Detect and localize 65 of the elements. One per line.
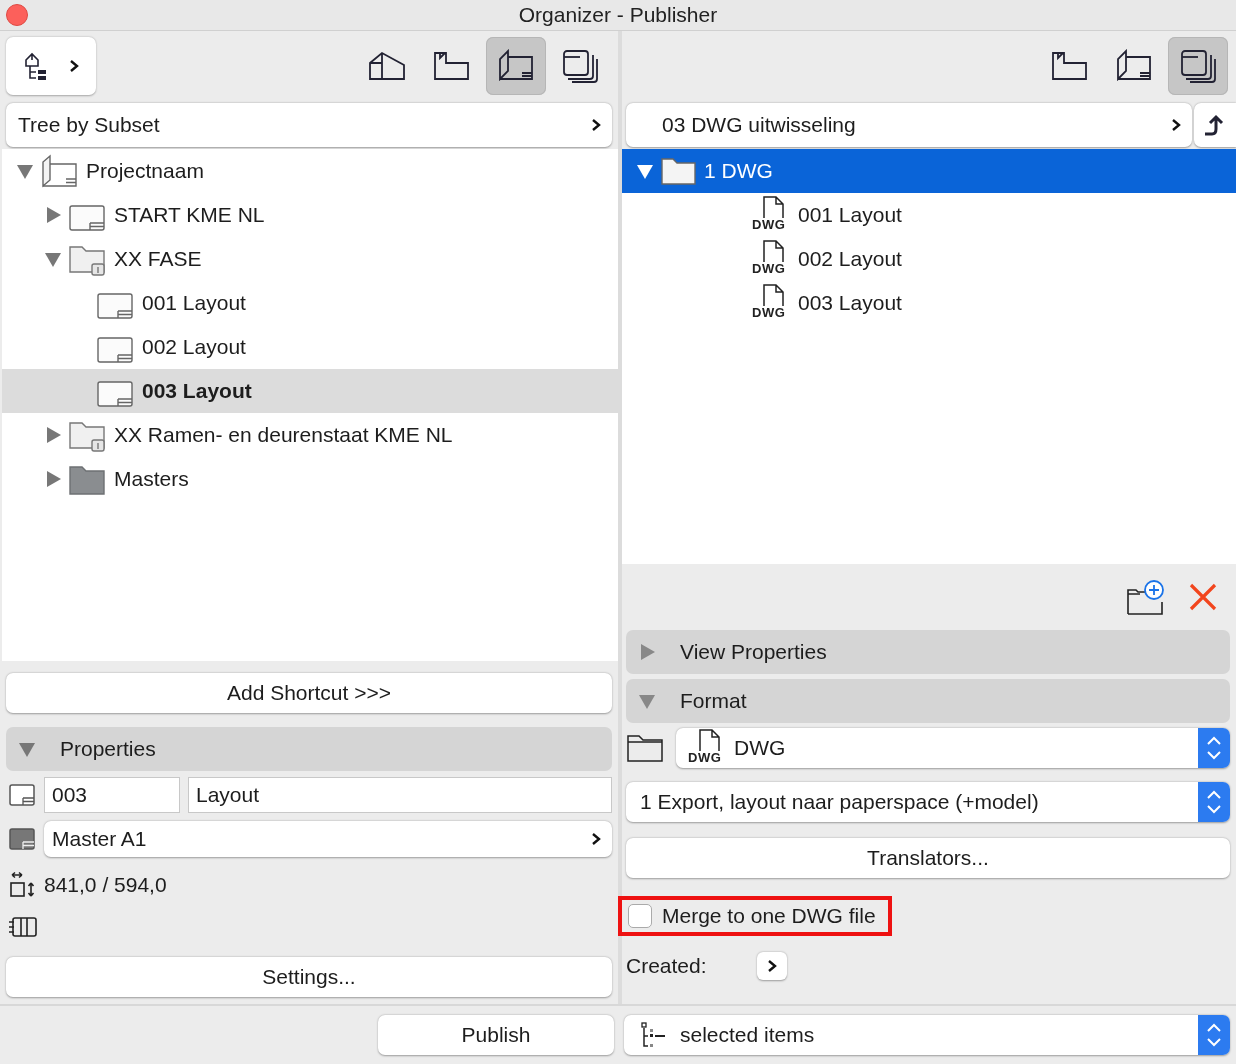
- tree-item[interactable]: START KME NL: [2, 193, 618, 237]
- section-header[interactable]: Format: [626, 679, 1230, 723]
- view-map-icon: [1050, 49, 1090, 83]
- chevron-right-icon: [68, 58, 80, 74]
- tree-list-icon: [640, 1022, 668, 1048]
- book-margin-icon: [8, 916, 38, 938]
- layout-icon: [8, 783, 36, 807]
- layout-book-icon: [496, 49, 536, 83]
- publisher-sets-icon: [560, 49, 600, 83]
- folder-icon: [660, 156, 698, 186]
- tree-item[interactable]: XX Ramen- en deurenstaat KME NL: [2, 413, 618, 457]
- window-title: Organizer - Publisher: [518, 3, 718, 27]
- layout-book-button[interactable]: [486, 37, 546, 95]
- go-up-button[interactable]: [1194, 103, 1236, 147]
- chevron-right-icon: [590, 831, 602, 847]
- layout-name-field[interactable]: Layout: [188, 777, 612, 813]
- translator-dropdown[interactable]: 1 Export, layout naar paperspace (+model): [626, 782, 1230, 822]
- checkbox[interactable]: [628, 904, 652, 928]
- new-folder-icon[interactable]: [1126, 578, 1166, 616]
- tree-item[interactable]: DWG 002 Layout: [622, 237, 1236, 281]
- settings-button[interactable]: Settings...: [6, 957, 612, 997]
- view-map-icon: [432, 49, 472, 83]
- expand-button[interactable]: [756, 952, 787, 980]
- section-header[interactable]: View Properties: [626, 630, 1230, 674]
- format-dropdown[interactable]: DWG DWG: [676, 728, 1230, 768]
- tree-item[interactable]: DWG 003 Layout: [622, 281, 1236, 325]
- tree-item[interactable]: DWG 001 Layout: [622, 193, 1236, 237]
- created-label: Created:: [626, 954, 707, 978]
- chevron-right-icon: [1170, 117, 1182, 133]
- add-shortcut-button[interactable]: Add Shortcut >>>: [6, 673, 612, 713]
- expanded-triangle-icon: [18, 740, 36, 758]
- project-map-icon: [368, 49, 408, 83]
- tree-item[interactable]: 1 DWG: [622, 149, 1236, 193]
- scope-dropdown[interactable]: selected items: [624, 1015, 1230, 1055]
- expanded-triangle-icon: [638, 692, 656, 710]
- subset-selector[interactable]: Tree by Subset: [6, 103, 612, 147]
- tree-view-button[interactable]: [6, 37, 96, 95]
- size-icon: [8, 871, 36, 899]
- tree-item[interactable]: Projectnaam: [2, 149, 618, 193]
- up-down-arrows-icon: [1198, 782, 1230, 822]
- checkbox-label: Merge to one DWG file: [662, 904, 876, 928]
- layout-book-icon: [1114, 49, 1154, 83]
- tree-item[interactable]: 003 Layout: [2, 369, 618, 413]
- publish-button[interactable]: Publish: [378, 1015, 614, 1055]
- folder-icon[interactable]: [626, 733, 664, 763]
- publisher-sets-icon: [1178, 49, 1218, 83]
- up-down-arrows-icon: [1198, 1015, 1230, 1055]
- master-selector[interactable]: Master A1: [44, 821, 612, 857]
- tree-item[interactable]: 001 Layout: [2, 281, 618, 325]
- chevron-right-icon: [590, 117, 602, 133]
- master-layout-icon: [8, 827, 36, 851]
- tree-item[interactable]: Masters: [2, 457, 618, 501]
- publisher-sets-button[interactable]: [1168, 37, 1228, 95]
- paper-size-text: 841,0 / 594,0: [44, 873, 167, 897]
- publisher-set-selector[interactable]: 03 DWG uitwisseling: [626, 103, 1192, 147]
- up-down-arrows-icon: [1198, 728, 1230, 768]
- layout-id-field[interactable]: 003: [44, 777, 180, 813]
- delete-icon[interactable]: [1188, 582, 1218, 612]
- close-icon[interactable]: [6, 4, 28, 26]
- tree-item[interactable]: 002 Layout: [2, 325, 618, 369]
- tree-item[interactable]: XX FASE: [2, 237, 618, 281]
- section-header[interactable]: Properties: [6, 727, 612, 771]
- collapsed-triangle-icon: [638, 643, 656, 661]
- book-icon: [40, 154, 80, 188]
- translators-button[interactable]: Translators...: [626, 838, 1230, 878]
